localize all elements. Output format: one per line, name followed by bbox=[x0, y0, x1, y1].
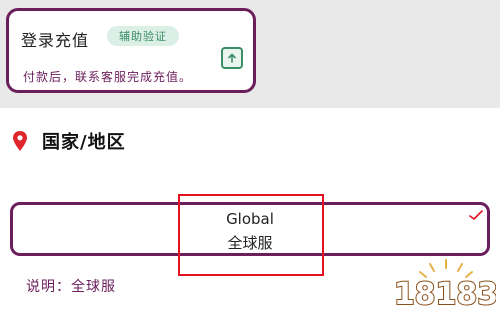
upload-button[interactable] bbox=[221, 47, 243, 69]
highlight-annotation-box bbox=[178, 194, 324, 276]
region-heading: 国家/地区 bbox=[12, 128, 126, 154]
check-icon bbox=[469, 210, 483, 220]
login-recharge-card[interactable]: 登录充值 辅助验证 付款后，联系客服完成充值。 bbox=[6, 8, 256, 93]
location-pin-icon bbox=[13, 131, 27, 151]
watermark-logo: 18183 bbox=[396, 259, 496, 313]
sun-rays-icon bbox=[419, 259, 473, 278]
verify-badge: 辅助验证 bbox=[107, 26, 179, 46]
server-explanation: 说明：全球服 bbox=[26, 279, 116, 295]
login-recharge-title: 登录充值 bbox=[21, 31, 90, 50]
payment-note: 付款后，联系客服完成充值。 bbox=[23, 70, 193, 84]
watermark-text: 18183 bbox=[396, 277, 496, 312]
region-title: 国家/地区 bbox=[42, 132, 126, 153]
upload-icon bbox=[228, 53, 236, 63]
